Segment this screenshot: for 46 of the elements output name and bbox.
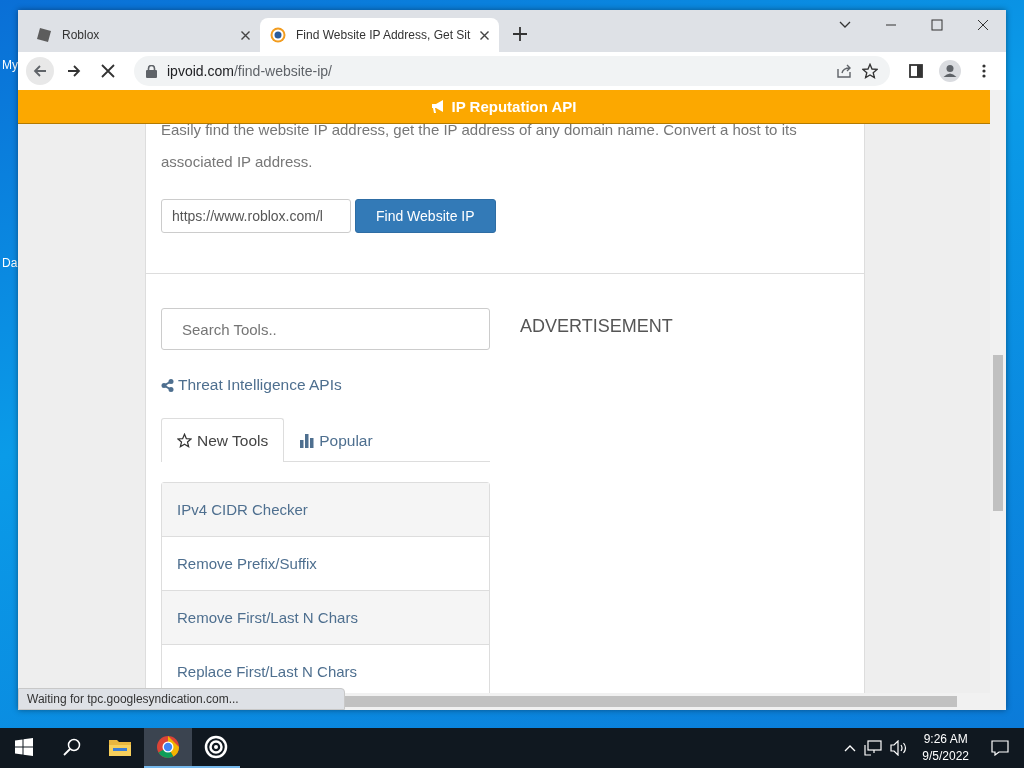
address-bar[interactable]: ipvoid.com/find-website-ip/	[134, 56, 890, 86]
desktop-icon-label[interactable]: Da	[2, 256, 18, 270]
new-tab-icon[interactable]	[513, 27, 528, 41]
chrome-icon	[156, 735, 180, 759]
back-icon[interactable]	[32, 63, 48, 79]
target-icon	[204, 735, 228, 759]
profile-icon[interactable]	[939, 60, 961, 82]
desktop-icon-label[interactable]: My	[2, 58, 18, 72]
share-nodes-icon	[161, 378, 174, 392]
find-website-ip-button[interactable]: Find Website IP	[355, 199, 496, 233]
url-text: ipvoid.com/find-website-ip/	[167, 63, 332, 79]
url-input[interactable]: https://www.roblox.com/l	[161, 199, 351, 233]
clock[interactable]: 9:26 AM 9/5/2022	[922, 731, 969, 765]
status-tooltip: Waiting for tpc.googlesyndication.com...	[18, 688, 345, 710]
tool-tab[interactable]: Popular	[284, 418, 389, 462]
menu-icon[interactable]	[982, 64, 986, 78]
speaker-icon[interactable]	[890, 740, 909, 756]
roblox-icon	[36, 27, 52, 43]
advertisement-label: ADVERTISEMENT	[520, 316, 673, 338]
forward-icon[interactable]	[66, 63, 82, 79]
taskbar-app[interactable]	[144, 728, 192, 768]
chevron-up-icon[interactable]	[844, 744, 857, 752]
bar-chart-icon	[300, 433, 315, 448]
windows-start-icon[interactable]	[15, 738, 33, 756]
lock-icon	[146, 64, 157, 78]
close-icon[interactable]	[241, 30, 250, 40]
share-icon[interactable]	[836, 63, 852, 79]
tool-list-item[interactable]: Remove First/Last N Chars	[162, 591, 489, 645]
notification-icon[interactable]	[991, 740, 1009, 756]
stop-icon[interactable]	[101, 64, 115, 78]
site-icon	[270, 27, 286, 43]
bookmark-star-icon[interactable]	[862, 63, 878, 79]
close-icon[interactable]	[480, 30, 490, 40]
star-icon	[177, 433, 192, 448]
folder-icon	[108, 737, 132, 757]
threat-intelligence-link[interactable]: Threat Intelligence APIs	[161, 376, 490, 394]
side-panel-icon[interactable]	[909, 64, 923, 78]
network-icon[interactable]	[864, 740, 883, 756]
tool-tab[interactable]: New Tools	[161, 418, 285, 462]
search-icon[interactable]	[63, 738, 81, 756]
banner-text: IP Reputation API	[451, 98, 577, 115]
browser-tab[interactable]: Roblox	[26, 18, 260, 52]
search-field[interactable]: Search Tools..	[161, 308, 490, 350]
browser-tab[interactable]: Find Website IP Address, Get Sit	[260, 18, 500, 52]
tool-list-item[interactable]: IPv4 CIDR Checker	[162, 483, 489, 537]
megaphone-icon	[431, 100, 446, 113]
